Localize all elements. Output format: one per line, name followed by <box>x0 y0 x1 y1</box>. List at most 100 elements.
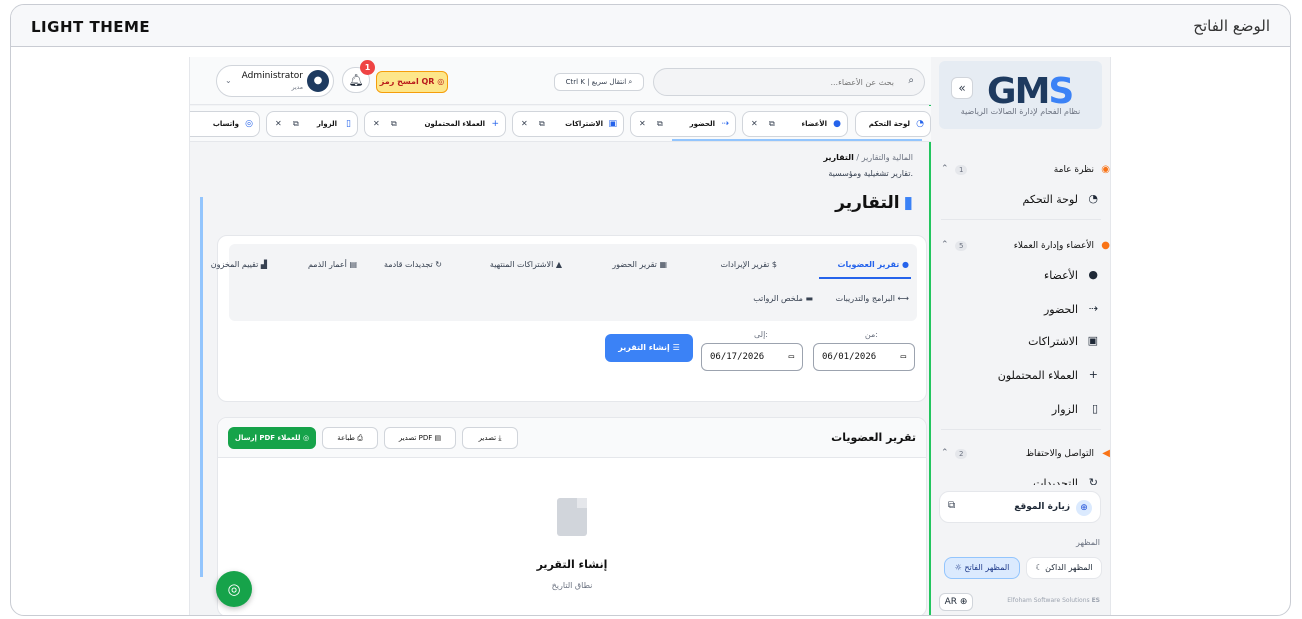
export-button[interactable]: تصدير ⤓ <box>462 427 518 449</box>
calendar-icon[interactable]: ▭ <box>901 344 906 370</box>
search-icon: ⌕ <box>908 75 914 86</box>
notifications-button[interactable]: 🔔︎ 1 <box>342 60 375 93</box>
whatsapp-icon: ◎ <box>227 580 241 598</box>
to-date-input[interactable]: 06/17/2026 ▭ <box>701 343 803 371</box>
search-input[interactable] <box>664 74 894 90</box>
visit-site-button[interactable]: ⊕ زيارة الموقع ⧉ <box>939 491 1101 523</box>
from-date-input[interactable]: 06/01/2026 ▭ <box>813 343 915 371</box>
quick-nav-button[interactable]: Ctrl K | انتقال سريع ⌕ <box>554 73 644 91</box>
to-date-label: إلى: <box>753 330 768 339</box>
sidebar-item-dashboard[interactable]: ◔ لوحة التحكم <box>939 187 1104 213</box>
download-icon: ⤓ <box>498 434 502 442</box>
tab-revenue-report[interactable]: تقرير الإيرادات $ <box>721 260 777 269</box>
id-card-icon: ▣ <box>1087 334 1098 347</box>
close-icon[interactable]: ✕ <box>521 119 528 128</box>
close-icon[interactable]: ✕ <box>373 119 380 128</box>
sidebar-item-label: لوحة التحكم <box>1022 193 1078 206</box>
tab-inventory-valuation[interactable]: تقييم المخزون ▟ <box>211 260 267 269</box>
warning-icon: ▲ <box>555 260 562 269</box>
sidebar-item-visitors[interactable]: ▯ الزوار <box>939 397 1104 423</box>
section-count: 1 <box>955 165 968 175</box>
tab-label: ملخص الرواتب <box>753 294 803 303</box>
whatsapp-fab[interactable]: ◎ <box>216 571 252 607</box>
theme-caption-en: LIGHT THEME <box>31 18 151 36</box>
export-pdf-button[interactable]: تصدير PDF ▤ <box>384 427 456 449</box>
export-label: تصدير <box>478 434 497 442</box>
section-count: 5 <box>955 241 968 251</box>
send-pdf-button[interactable]: إرسال PDF للعملاء ◎ <box>228 427 316 449</box>
tab-attendance[interactable]: ⇢ الحضور ⧉ ✕ <box>630 111 736 137</box>
section-members[interactable]: ● الأعضاء وإدارة العملاء 5 ⌃ <box>939 237 1110 257</box>
tab-subscriptions[interactable]: ▣ الاشتراكات ⧉ ✕ <box>512 111 624 137</box>
tab-members[interactable]: ● الأعضاء ⧉ ✕ <box>742 111 848 137</box>
user-menu[interactable]: ● Administrator مدير ⌄ <box>216 65 334 97</box>
file-icon: ▤ <box>349 260 357 269</box>
sidebar-item-label: الحضور <box>1043 303 1078 316</box>
footer-brand: Elfoham Software Solutions ES <box>1007 597 1100 604</box>
popout-icon[interactable]: ⧉ <box>293 119 299 129</box>
close-icon[interactable]: ✕ <box>639 119 646 128</box>
section-overview[interactable]: ◉ نظرة عامة 1 ⌃ <box>939 161 1110 181</box>
tab-leads[interactable]: + العملاء المحتملون ⧉ ✕ <box>364 111 506 137</box>
door-icon: ▯ <box>1091 402 1098 415</box>
external-link-icon: ⧉ <box>948 500 956 511</box>
overview-icon: ◉ <box>1101 164 1110 175</box>
light-theme-button[interactable]: ☼ المظهر الفاتح <box>944 557 1020 579</box>
report-tabs: تقرير العضويات ● تقرير الإيرادات $ تقرير… <box>211 244 917 321</box>
popout-icon[interactable]: ⧉ <box>769 119 775 129</box>
tab-memberships-report[interactable]: تقرير العضويات ● <box>838 260 910 269</box>
popout-icon[interactable]: ⧉ <box>657 119 663 129</box>
collapse-sidebar-button[interactable]: « <box>951 77 973 99</box>
close-icon[interactable]: ✕ <box>275 119 282 128</box>
tab-attendance-report[interactable]: تقرير الحضور ▦ <box>612 260 667 269</box>
print-button[interactable]: طباعة ⎙ <box>322 427 378 449</box>
page-title: التقارير ▮ <box>835 193 913 213</box>
sidebar-item-members[interactable]: ● الأعضاء <box>939 263 1104 289</box>
tab-visitors[interactable]: ▯ الزوار ⧉ ✕ <box>266 111 358 137</box>
screenshot-frame: LIGHT THEME الوضع الفاتح « GMS نظام الفح… <box>10 4 1291 616</box>
search-bar[interactable]: ⌕ <box>653 68 925 96</box>
sidebar-item-attendance[interactable]: ⇢ الحضور <box>939 297 1104 323</box>
breadcrumb-parent[interactable]: المالية والتقارير <box>862 153 913 162</box>
empty-state-title: إنشاء التقرير <box>536 558 608 571</box>
sidebar-item-subscriptions[interactable]: ▣ الاشتراكات <box>939 329 1104 355</box>
generate-report-button[interactable]: إنشاء التقرير ☰ <box>605 334 693 362</box>
dashboard-icon: ◔ <box>1088 192 1098 205</box>
calendar-icon[interactable]: ▭ <box>789 344 794 370</box>
close-icon[interactable]: ✕ <box>751 119 758 128</box>
breadcrumb: المالية والتقارير / التقارير <box>823 153 913 162</box>
tab-receivables-aging[interactable]: أعمار الذمم ▤ <box>308 260 357 269</box>
section-communication[interactable]: ◀ التواصل والاحتفاظ 2 ⌃ <box>939 445 1110 465</box>
empty-state-subtitle: نطاق التاريخ <box>551 581 593 590</box>
sidebar: « GMS نظام الفحام لإدارة الصالات الرياضي… <box>929 57 1110 615</box>
scan-qr-label: امسح رمز QR <box>379 77 435 86</box>
sidebar-item-leads[interactable]: + العملاء المحتملون <box>939 363 1104 389</box>
megaphone-icon: ◀ <box>1102 448 1110 459</box>
search-icon: ⌕ <box>628 78 633 86</box>
globe-icon: ⊕ <box>959 597 968 607</box>
scan-qr-button[interactable]: امسح رمز QR ◎ <box>376 71 448 93</box>
sun-icon: ☼ <box>954 563 965 572</box>
tab-programs-training[interactable]: البرامج والتدريبات ⟷ <box>836 294 909 303</box>
tab-whatsapp[interactable]: ◎ واتساب <box>190 111 260 137</box>
tab-upcoming-renewals[interactable]: تجديدات قادمة ↻ <box>384 260 442 269</box>
tab-label: تجديدات قادمة <box>384 260 433 269</box>
tab-label: الحضور <box>689 120 715 128</box>
tab-dashboard[interactable]: ◔ لوحة التحكم <box>855 111 931 137</box>
popout-icon[interactable]: ⧉ <box>539 119 545 129</box>
chevron-up-icon: ⌃ <box>941 448 949 458</box>
language-button[interactable]: AR ⊕ <box>939 593 973 611</box>
divider <box>941 429 1101 430</box>
refresh-icon: ↻ <box>1088 476 1098 485</box>
dark-theme-button[interactable]: ☾ المظهر الداكن <box>1026 557 1102 579</box>
globe-icon: ⊕ <box>1076 500 1092 516</box>
tab-expired-subscriptions[interactable]: الاشتراكات المنتهية ▲ <box>490 260 562 269</box>
sidebar-item-renewals[interactable]: ↻ التجديدات <box>939 471 1104 485</box>
brand-logo-icon: ES <box>1091 597 1100 604</box>
tab-payroll-summary[interactable]: ملخص الرواتب ▬ <box>753 294 813 303</box>
popout-icon[interactable]: ⧉ <box>391 119 397 129</box>
notification-badge: 1 <box>360 60 375 75</box>
group-icon: ● <box>1101 240 1110 251</box>
boxes-icon: ▟ <box>260 260 267 269</box>
refresh-icon: ↻ <box>435 260 442 269</box>
